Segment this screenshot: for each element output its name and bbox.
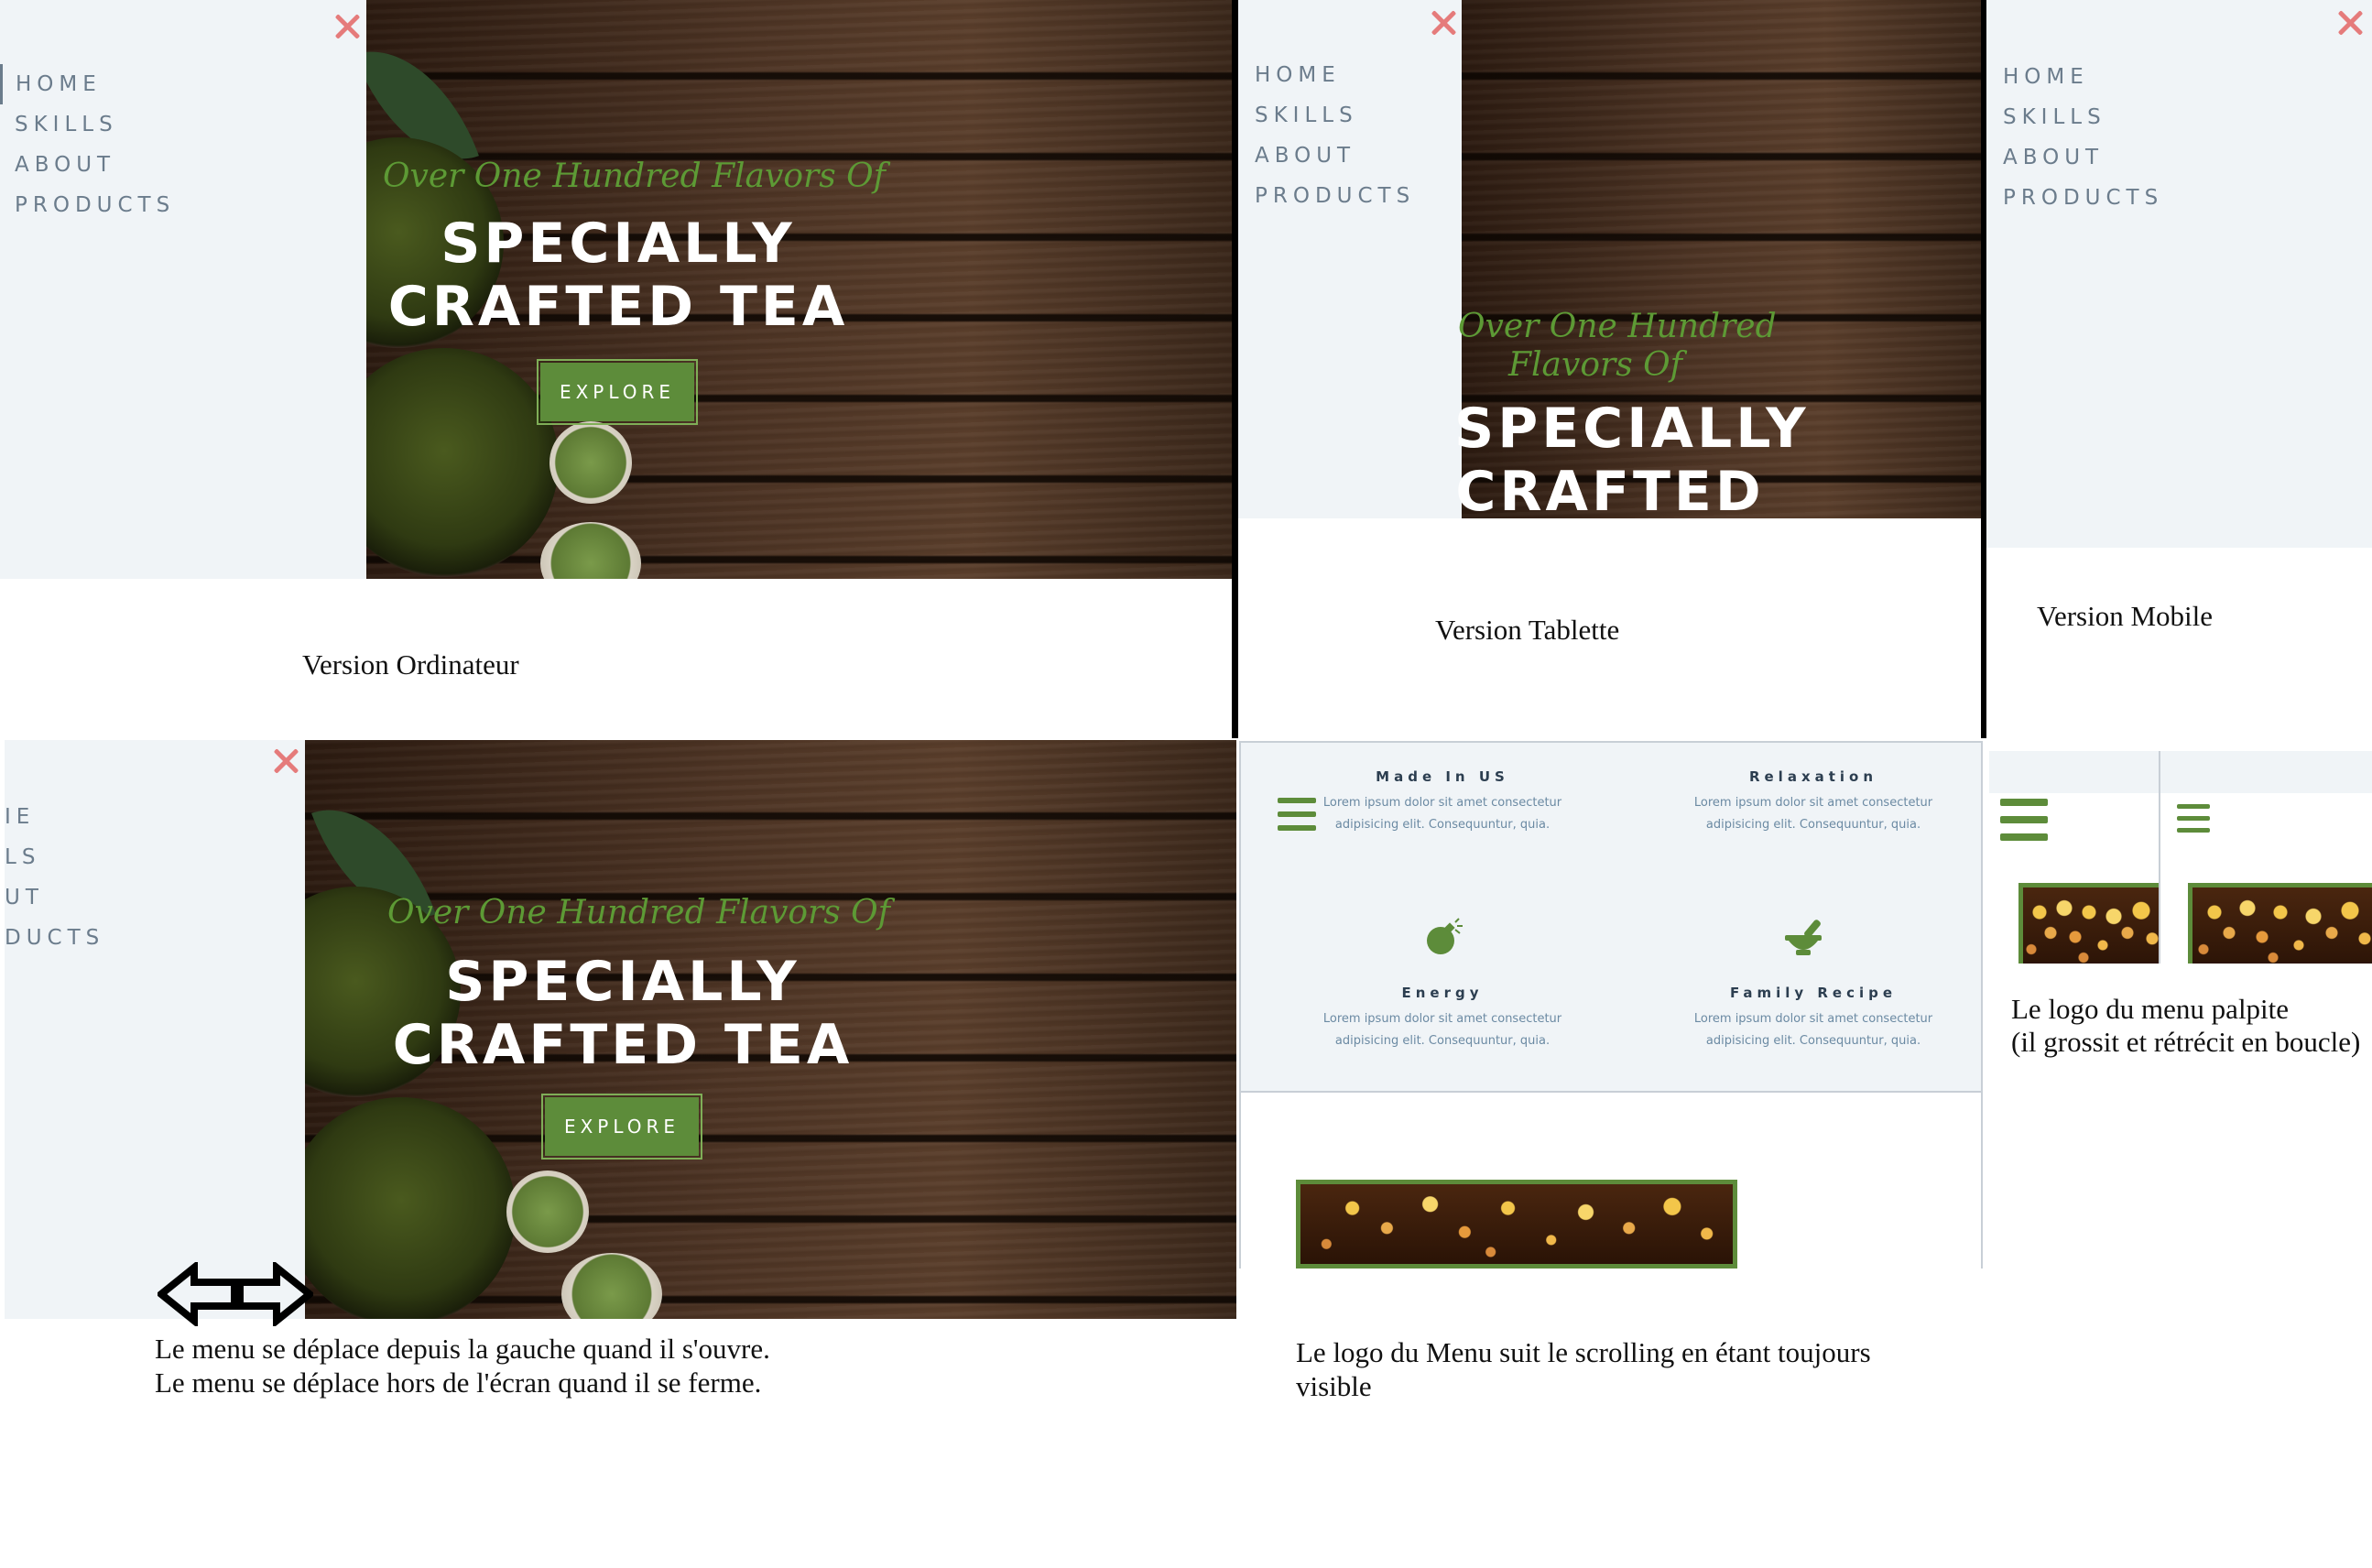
close-icon[interactable] [332, 11, 363, 42]
hero-subtitle: Over One Hundred Flavors Of [383, 158, 886, 195]
caption-sticky: Le logo du Menu suit le scrolling en éta… [1296, 1336, 1871, 1402]
matcha-spoon [506, 1171, 589, 1253]
double-arrow-icon [158, 1262, 313, 1326]
matcha-spoon [561, 1253, 662, 1319]
hamburger-icon[interactable] [2000, 799, 2048, 841]
menu-item-about[interactable]: UT [5, 877, 104, 918]
tea-bowl [305, 1097, 516, 1319]
menu-item-skills[interactable]: SKILLS [1986, 97, 2163, 137]
desktop-screenshot: HOME SKILLS ABOUT PRODUCTS Over One Hund… [0, 0, 1232, 579]
bomb-icon [1427, 918, 1463, 954]
features-section: Made In US Lorem ipsum dolor sit amet co… [1239, 741, 1983, 1093]
side-menu: HOME SKILLS ABOUT PRODUCTS [1986, 0, 2372, 548]
product-image [2018, 883, 2160, 964]
side-menu: HOME SKILLS ABOUT PRODUCTS [1238, 0, 1462, 518]
menu-item-products[interactable]: PRODUCTS [1238, 176, 1415, 216]
hero-title: SPECIALLY CRAFTED TEA [387, 212, 849, 339]
caption-desktop: Version Ordinateur [302, 648, 519, 681]
menu-item-about[interactable]: ABOUT [1238, 136, 1415, 176]
feature-title: Made In US [1376, 768, 1509, 785]
pulse-screenshot-large [1989, 751, 2160, 964]
product-image [2188, 883, 2372, 964]
menu-item-skills[interactable]: LS [5, 837, 104, 877]
explore-button[interactable]: EXPLORE [541, 1094, 702, 1160]
feature-text: Lorem ipsum dolor sit amet consectetur ad… [1693, 1012, 1933, 1048]
header-strip [1989, 751, 2160, 793]
feature-family-recipe: Family Recipe Lorem ipsum dolor sit amet… [1676, 985, 1951, 1052]
feature-text: Lorem ipsum dolor sit amet consectetur ad… [1322, 1012, 1562, 1048]
menu-item-products[interactable]: DUCTS [5, 918, 104, 958]
feature-text: Lorem ipsum dolor sit amet consectetur ad… [1322, 796, 1562, 832]
menu-item-about[interactable]: ABOUT [1986, 137, 2163, 178]
menu-item-skills[interactable]: SKILLS [0, 104, 175, 145]
divider [1232, 0, 1238, 738]
panel-border [1239, 1093, 1241, 1269]
side-menu: HOME SKILLS ABOUT PRODUCTS [0, 0, 366, 579]
pulse-screenshot-small [2160, 751, 2372, 964]
hamburger-icon[interactable] [2177, 804, 2210, 833]
hero-subtitle: Over One Hundred Flavors Of [387, 894, 890, 931]
panel-border [1981, 1093, 1983, 1269]
mortar-pestle-icon [1785, 920, 1822, 955]
menu-item-home[interactable]: IE [5, 797, 104, 837]
menu-item-home[interactable]: HOME [0, 64, 175, 104]
caption-mobile: Version Mobile [2037, 600, 2214, 632]
matcha-spoon [549, 421, 632, 504]
feature-text: Lorem ipsum dolor sit amet consectetur ad… [1693, 796, 1933, 832]
menu-item-home[interactable]: HOME [1238, 55, 1415, 95]
close-icon[interactable] [270, 746, 301, 777]
menu-item-home[interactable]: HOME [1986, 57, 2163, 97]
menu-item-skills[interactable]: SKILLS [1238, 95, 1415, 136]
hero-title: SPECIALLY CRAFTED TEA [392, 950, 854, 1077]
mobile-screenshot: HOME SKILLS ABOUT PRODUCTS [1986, 0, 2372, 548]
feature-energy: Energy Lorem ipsum dolor sit amet consec… [1305, 985, 1580, 1052]
menu-item-products[interactable]: PRODUCTS [1986, 178, 2163, 218]
menu-slide-screenshot: IE LS UT DUCTS Over One Hundred Flavors … [5, 740, 1236, 1319]
tablet-screenshot: HOME SKILLS ABOUT PRODUCTS Over One Hund… [1238, 0, 1981, 518]
menu-item-about[interactable]: ABOUT [0, 145, 175, 185]
feature-relaxation: Relaxation Lorem ipsum dolor sit amet co… [1676, 768, 1951, 836]
close-icon[interactable] [2334, 7, 2366, 38]
matcha-spoon [540, 522, 641, 579]
feature-made-in-us: Made In US Lorem ipsum dolor sit amet co… [1305, 768, 1580, 836]
explore-button[interactable]: EXPLORE [537, 359, 698, 425]
hero-subtitle: Over One Hundred Flavors Of [1458, 308, 1777, 384]
feature-title: Relaxation [1748, 768, 1878, 785]
product-image [1296, 1180, 1737, 1269]
close-icon[interactable] [1428, 7, 1459, 38]
header-strip [2160, 751, 2372, 793]
tea-bowl [366, 348, 559, 577]
feature-title: Energy [1401, 985, 1484, 1001]
hero-title: SPECIALLY CRAFTED [1454, 397, 1810, 519]
caption-tablet: Version Tablette [1435, 614, 1620, 646]
menu-item-products[interactable]: PRODUCTS [0, 185, 175, 225]
side-menu: IE LS UT DUCTS [5, 740, 305, 1319]
feature-title: Family Recipe [1729, 985, 1898, 1001]
caption-slide: Le menu se déplace depuis la gauche quan… [155, 1333, 770, 1399]
caption-pulse: Le logo du menu palpite (il grossit et r… [2011, 993, 2361, 1058]
